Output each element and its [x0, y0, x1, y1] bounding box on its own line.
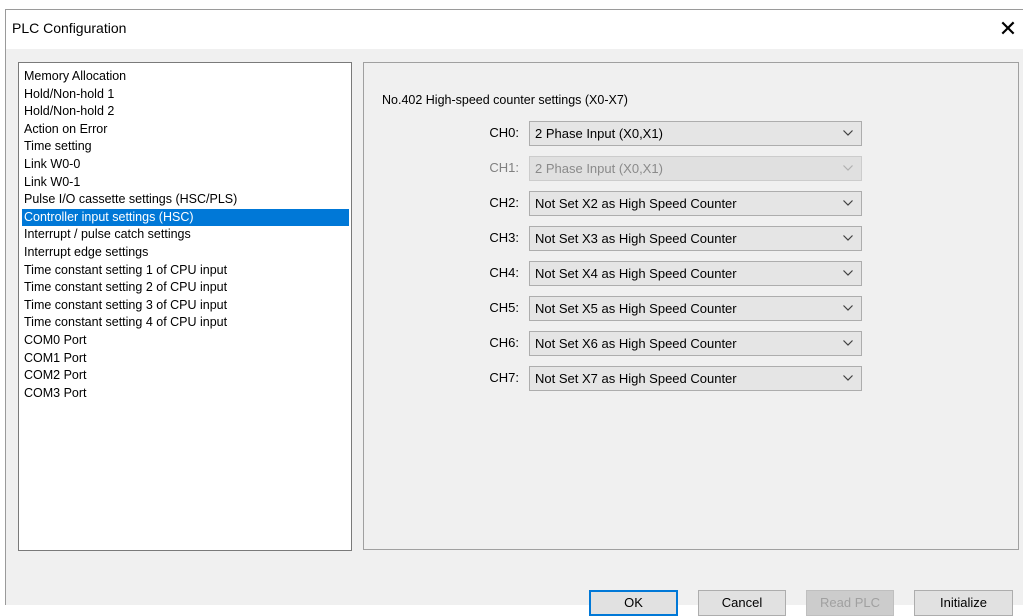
- list-item[interactable]: Time constant setting 3 of CPU input: [22, 297, 349, 314]
- channel-label: CH1:: [489, 160, 519, 175]
- channel-label: CH4:: [489, 265, 519, 280]
- list-item[interactable]: Time constant setting 1 of CPU input: [22, 262, 349, 279]
- list-item[interactable]: Pulse I/O cassette settings (HSC/PLS): [22, 191, 349, 208]
- list-item[interactable]: COM2 Port: [22, 367, 349, 384]
- list-item[interactable]: Action on Error: [22, 121, 349, 138]
- chevron-down-icon: [843, 200, 853, 206]
- window-title: PLC Configuration: [12, 20, 127, 36]
- list-item[interactable]: COM0 Port: [22, 332, 349, 349]
- chevron-down-icon: [843, 270, 853, 276]
- channel-value: Not Set X7 as High Speed Counter: [535, 371, 737, 386]
- channel-value: Not Set X2 as High Speed Counter: [535, 196, 737, 211]
- channel-3-select[interactable]: Not Set X3 as High Speed Counter: [529, 226, 862, 251]
- channel-value: Not Set X6 as High Speed Counter: [535, 336, 737, 351]
- channel-5-select[interactable]: Not Set X5 as High Speed Counter: [529, 296, 862, 321]
- list-item[interactable]: Controller input settings (HSC): [22, 208, 349, 226]
- list-item[interactable]: Interrupt / pulse catch settings: [22, 226, 349, 243]
- list-item[interactable]: Link W0-0: [22, 156, 349, 173]
- channel-6-select[interactable]: Not Set X6 as High Speed Counter: [529, 331, 862, 356]
- list-item[interactable]: Link W0-1: [22, 174, 349, 191]
- channel-label: CH6:: [489, 335, 519, 350]
- channel-label: CH3:: [489, 230, 519, 245]
- channel-label: CH2:: [489, 195, 519, 210]
- channel-2-select[interactable]: Not Set X2 as High Speed Counter: [529, 191, 862, 216]
- list-item[interactable]: Hold/Non-hold 1: [22, 86, 349, 103]
- close-icon[interactable]: ✕: [993, 12, 1023, 46]
- title-bar: PLC Configuration ✕: [6, 10, 1023, 49]
- chevron-down-icon: [843, 165, 853, 171]
- plc-configuration-dialog: PLC Configuration ✕ Memory Allocation Hol…: [5, 9, 1023, 616]
- list-item[interactable]: Interrupt edge settings: [22, 244, 349, 261]
- channel-7-select[interactable]: Not Set X7 as High Speed Counter: [529, 366, 862, 391]
- chevron-down-icon: [843, 375, 853, 381]
- chevron-down-icon: [843, 235, 853, 241]
- panel-title: No.402 High-speed counter settings (X0-X…: [382, 93, 628, 107]
- list-item[interactable]: COM1 Port: [22, 350, 349, 367]
- channel-label: CH0:: [489, 125, 519, 140]
- channel-value: Not Set X5 as High Speed Counter: [535, 301, 737, 316]
- chevron-down-icon: [843, 340, 853, 346]
- ok-button[interactable]: OK: [589, 590, 678, 616]
- channel-value: Not Set X3 as High Speed Counter: [535, 231, 737, 246]
- list-item[interactable]: COM3 Port: [22, 385, 349, 402]
- initialize-button[interactable]: Initialize: [914, 590, 1013, 616]
- list-item[interactable]: Hold/Non-hold 2: [22, 103, 349, 120]
- channel-1-select: 2 Phase Input (X0,X1): [529, 156, 862, 181]
- settings-panel: No.402 High-speed counter settings (X0-X…: [363, 62, 1019, 550]
- list-item[interactable]: Memory Allocation: [22, 68, 349, 85]
- channel-value: 2 Phase Input (X0,X1): [535, 161, 663, 176]
- chevron-down-icon: [843, 305, 853, 311]
- chevron-down-icon: [843, 130, 853, 136]
- channel-4-select[interactable]: Not Set X4 as High Speed Counter: [529, 261, 862, 286]
- settings-list[interactable]: Memory Allocation Hold/Non-hold 1 Hold/Non…: [18, 62, 352, 551]
- list-item[interactable]: Time setting: [22, 138, 349, 155]
- channel-label: CH7:: [489, 370, 519, 385]
- list-item[interactable]: Time constant setting 2 of CPU input: [22, 279, 349, 296]
- channel-label: CH5:: [489, 300, 519, 315]
- list-item[interactable]: Time constant setting 4 of CPU input: [22, 314, 349, 331]
- channel-value: Not Set X4 as High Speed Counter: [535, 266, 737, 281]
- channel-0-select[interactable]: 2 Phase Input (X0,X1): [529, 121, 862, 146]
- cancel-button[interactable]: Cancel: [698, 590, 786, 616]
- channel-value: 2 Phase Input (X0,X1): [535, 126, 663, 141]
- read-plc-button[interactable]: Read PLC: [806, 590, 894, 616]
